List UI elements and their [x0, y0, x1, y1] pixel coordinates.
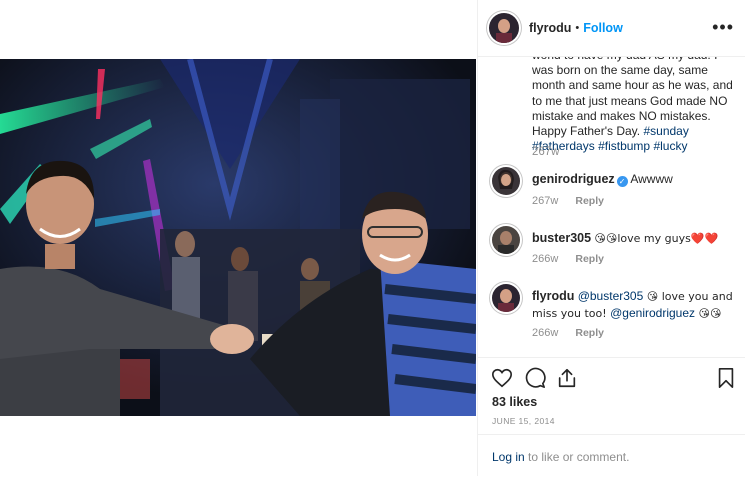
login-prompt-text: to like or comment. [524, 450, 630, 464]
comment-text: flyrodu @buster305 😘 love you and miss y… [532, 288, 737, 322]
comment-meta: 267w Reply [532, 195, 604, 207]
more-options-icon[interactable]: ••• [712, 18, 734, 36]
comment-text: buster305 😘😘love my guys❤️❤️ [532, 230, 737, 247]
login-prompt: Log in to like or comment. [492, 450, 629, 464]
header-separator: • [575, 22, 580, 34]
post-header: flyrodu • Follow ••• [478, 0, 745, 57]
club-photo-illustration [0, 59, 476, 416]
reply-button[interactable]: Reply [575, 195, 604, 207]
follow-button[interactable]: Follow [583, 21, 623, 35]
share-icon[interactable] [556, 367, 578, 394]
hashtag-link[interactable]: #lucky [653, 139, 687, 153]
mention-link[interactable]: @buster305 [578, 289, 644, 303]
comment-meta: 266w Reply [532, 253, 604, 265]
post-media-area [0, 0, 476, 476]
comment-username[interactable]: genirodriguez [532, 172, 615, 186]
comment-message: Awwww [630, 172, 673, 186]
heart-icon[interactable] [491, 367, 513, 394]
mention-link[interactable]: @genirodriguez [610, 306, 695, 320]
post-date: JUNE 15, 2014 [492, 416, 555, 426]
comment-username[interactable]: flyrodu [532, 289, 574, 303]
caption-body: world to have my dad AS my dad. I was bo… [532, 57, 733, 139]
like-count[interactable]: 83 likes [492, 395, 537, 409]
hashtag-link[interactable]: #fistbump [598, 139, 650, 153]
caption-timestamp[interactable]: 267w [532, 146, 560, 158]
commenter-avatar[interactable] [492, 284, 520, 312]
comment-meta: 266w Reply [532, 327, 604, 339]
hashtag-link[interactable]: #sunday [643, 124, 688, 138]
bookmark-icon[interactable] [716, 367, 736, 394]
reply-button[interactable]: Reply [575, 327, 604, 339]
commenter-avatar[interactable] [492, 167, 520, 195]
post-actions: 83 likes JUNE 15, 2014 Log in to like or… [478, 357, 745, 477]
verified-badge-icon: ✓ [616, 176, 628, 187]
comment-message-end: 😘😘 [695, 307, 722, 320]
commenter-avatar[interactable] [492, 226, 520, 254]
post-side-panel: flyrodu • Follow ••• world to have my da… [477, 0, 745, 476]
comment-timestamp[interactable]: 266w [532, 253, 558, 265]
comment-timestamp[interactable]: 267w [532, 195, 558, 207]
comment-icon[interactable] [524, 367, 546, 394]
comment-timestamp[interactable]: 266w [532, 327, 558, 339]
comments-section[interactable]: world to have my dad AS my dad. I was bo… [478, 57, 745, 357]
reply-button[interactable]: Reply [575, 253, 604, 265]
comment-text: genirodriguez ✓ Awwww [532, 171, 737, 187]
login-prompt-bar: Log in to like or comment. [478, 434, 745, 478]
author-username[interactable]: flyrodu [529, 21, 571, 35]
author-avatar[interactable] [489, 13, 519, 43]
comment-username[interactable]: buster305 [532, 231, 591, 245]
caption-text: world to have my dad AS my dad. I was bo… [532, 57, 738, 154]
comment-message: 😘😘love my guys❤️❤️ [594, 232, 719, 245]
post-photo[interactable] [0, 59, 476, 416]
login-link[interactable]: Log in [492, 450, 525, 464]
